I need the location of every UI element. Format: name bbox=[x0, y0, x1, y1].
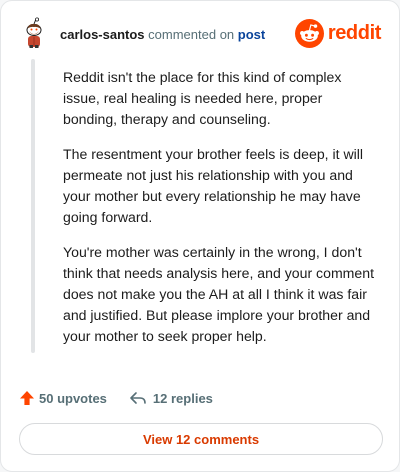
upvotes-count: 50 upvotes bbox=[39, 390, 107, 406]
upvote-arrow-icon bbox=[20, 391, 34, 405]
view-comments-button[interactable]: View 12 comments bbox=[19, 423, 383, 455]
reddit-snoo-icon bbox=[294, 18, 324, 48]
thread-line[interactable] bbox=[31, 59, 35, 353]
comment-paragraph: Reddit isn't the place for this kind of … bbox=[63, 69, 342, 127]
reddit-logo[interactable]: reddit bbox=[294, 17, 382, 49]
comment-actions: 50 upvotes 12 replies bbox=[19, 387, 213, 409]
comment-card: carlos-santos commented on post reddit R… bbox=[0, 0, 400, 472]
replies-button[interactable]: 12 replies bbox=[129, 390, 213, 406]
snoo-avatar-icon bbox=[19, 17, 49, 48]
replies-count: 12 replies bbox=[152, 390, 213, 406]
username-link[interactable]: carlos-santos bbox=[60, 27, 145, 42]
reply-arrow-icon bbox=[130, 392, 146, 404]
comment-paragraph: You're mother was certainly in the wrong… bbox=[63, 244, 375, 344]
comment-header: carlos-santos commented on post reddit bbox=[19, 17, 381, 51]
comment-meta: carlos-santos commented on post bbox=[60, 27, 265, 42]
avatar[interactable] bbox=[19, 17, 49, 49]
comment-body: Reddit isn't the place for this kind of … bbox=[63, 67, 379, 361]
action-text: commented on bbox=[148, 27, 235, 42]
comment-paragraph: The resentment your brother feels is dee… bbox=[63, 146, 364, 225]
brand-wordmark: reddit bbox=[327, 21, 382, 44]
post-link[interactable]: post bbox=[238, 27, 265, 42]
upvote-button[interactable]: 50 upvotes bbox=[19, 390, 107, 406]
